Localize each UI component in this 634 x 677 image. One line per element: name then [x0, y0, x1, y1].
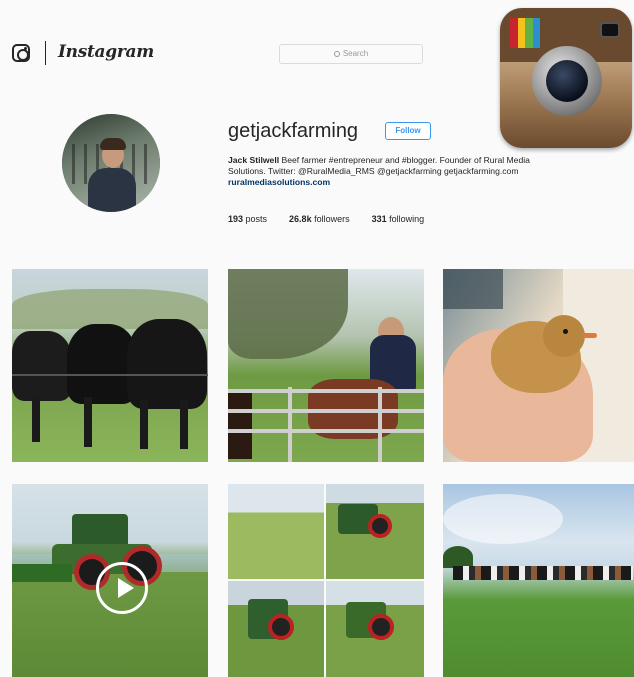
avatar-person-body [88, 168, 136, 212]
post-thumbnail[interactable] [443, 269, 634, 462]
followers-label: followers [311, 214, 350, 224]
viewfinder-icon [600, 22, 620, 38]
nav-divider [45, 41, 46, 65]
avatar-person-hair [100, 138, 126, 150]
play-icon[interactable] [96, 562, 148, 614]
instagram-app-icon [500, 8, 632, 148]
posts-stat: 193 posts [228, 214, 267, 224]
post-thumbnail[interactable] [228, 269, 424, 462]
following-stat[interactable]: 331 following [372, 214, 425, 224]
lens-icon [546, 60, 588, 102]
posts-label: posts [243, 214, 268, 224]
posts-count: 193 [228, 214, 244, 224]
avatar[interactable] [62, 114, 160, 212]
profile-stats: 193 posts 26.8k followers 331 following [228, 214, 424, 224]
instagram-camera-icon[interactable] [12, 44, 30, 62]
post-thumbnail[interactable] [228, 484, 424, 677]
bio-website-link[interactable]: ruralmediasolutions.com [228, 177, 628, 188]
bio-line-2: Solutions. Twitter: @RuralMedia_RMS @get… [228, 166, 519, 176]
post-thumbnail[interactable] [12, 484, 208, 677]
instagram-wordmark[interactable]: Instagram [58, 42, 154, 62]
bio-name: Jack Stilwell [228, 155, 280, 165]
search-placeholder: Search [342, 49, 369, 58]
following-count: 331 [371, 214, 387, 224]
post-thumbnail[interactable] [12, 269, 208, 462]
app-icon-stripes [510, 18, 540, 48]
profile-bio: Jack Stilwell Beef farmer #entrepreneur … [228, 155, 628, 188]
search-input[interactable]: Search [279, 44, 423, 64]
followers-stat[interactable]: 26.8k followers [289, 214, 350, 224]
following-label: following [386, 214, 425, 224]
bio-line-1: Beef farmer #entrepreneur and #blogger. … [279, 155, 530, 165]
profile-username: getjackfarming [228, 120, 359, 142]
follow-button[interactable]: Follow [385, 122, 431, 140]
search-icon [333, 50, 340, 57]
post-thumbnail[interactable] [443, 484, 634, 677]
followers-count: 26.8k [289, 214, 312, 224]
